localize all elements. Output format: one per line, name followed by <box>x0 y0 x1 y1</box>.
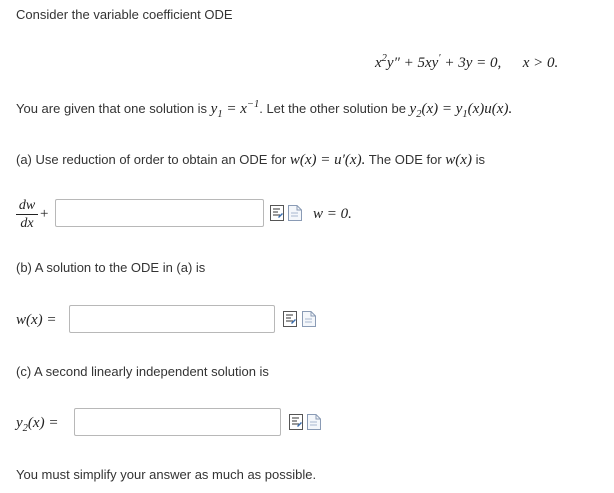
ode-condition: x > 0. <box>522 55 559 71</box>
given-text-before: You are given that one solution is <box>16 101 211 116</box>
fraction-denominator: dx <box>20 216 34 231</box>
equation-editor-icon[interactable] <box>283 311 297 327</box>
part-a-w-var: w(x) <box>445 152 472 168</box>
part-b-answer-input[interactable] <box>69 305 275 333</box>
ode-rest: + 3y = 0, <box>440 55 502 71</box>
part-a-text: (a) Use reduction of order to obtain an … <box>16 152 290 167</box>
part-a-prompt: (a) Use reduction of order to obtain an … <box>16 152 485 169</box>
preview-icon[interactable] <box>302 311 316 327</box>
equation-editor-icon[interactable] <box>270 205 284 221</box>
ode-x: x <box>375 55 382 71</box>
given-line: You are given that one solution is y1 = … <box>16 99 513 120</box>
part-a-answer-input[interactable] <box>55 199 264 227</box>
part-b-label: w(x) = <box>16 312 57 328</box>
ode-y-dd: y″ + 5 <box>386 55 425 71</box>
fraction-bar <box>16 214 38 215</box>
part-b-text: (b) A solution to the ODE in (a) is <box>16 260 206 275</box>
footer-note: You must simplify your answer as much as… <box>16 467 317 482</box>
plus-sign: + <box>40 206 49 222</box>
ode-equation: x2y″ + 5xy′ + 3y = 0, x > 0. <box>375 53 559 72</box>
preview-icon[interactable] <box>307 414 321 430</box>
part-a-text3: is <box>471 152 485 167</box>
part-c-text: (c) A second linearly independent soluti… <box>16 364 269 379</box>
preview-icon[interactable] <box>288 205 302 221</box>
part-a-w-expr: w(x) = u′(x). <box>289 152 366 168</box>
part-a-text2: The ODE for <box>365 152 446 167</box>
part-c-label: y2(x) = <box>16 415 59 434</box>
given-text-mid: . Let the other solution be <box>259 101 410 116</box>
part-a-after: w = 0. <box>313 206 352 222</box>
intro-text: Consider the variable coefficient ODE <box>16 7 233 22</box>
fraction-numerator: dw <box>18 198 36 213</box>
y2-definition: y2(x) = y1(x)u(x). <box>409 101 513 120</box>
y1-definition: y1 = x−1 <box>210 99 260 120</box>
dw-dx-fraction: dw dx <box>16 198 38 231</box>
equation-editor-icon[interactable] <box>289 414 303 430</box>
part-c-answer-input[interactable] <box>74 408 281 436</box>
ode-xy: xy <box>424 55 439 71</box>
